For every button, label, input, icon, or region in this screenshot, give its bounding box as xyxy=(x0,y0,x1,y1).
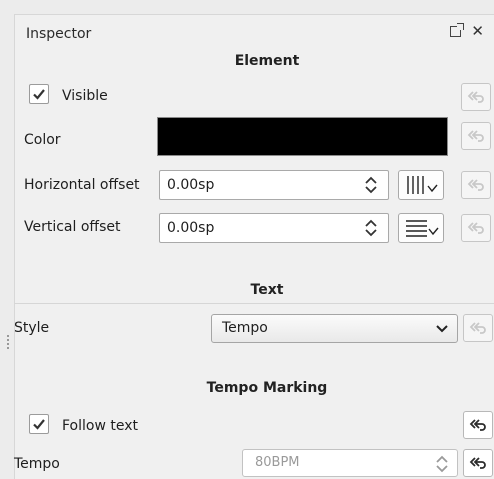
reset-icon xyxy=(467,179,484,191)
section-header-element: Element xyxy=(234,53,300,69)
spin-arrows-icon[interactable] xyxy=(435,454,449,474)
style-value: Tempo xyxy=(222,320,268,336)
spin-arrows-icon[interactable] xyxy=(364,175,378,195)
snap-to-grid-vertical-button[interactable] xyxy=(398,213,444,243)
color-picker[interactable] xyxy=(157,117,448,156)
section-header-tempo-marking: Tempo Marking xyxy=(206,380,328,396)
check-icon xyxy=(33,419,45,430)
check-icon xyxy=(33,89,45,100)
inspector-panel xyxy=(14,14,494,479)
style-combobox[interactable]: Tempo xyxy=(211,314,458,343)
reset-tempo-button[interactable] xyxy=(463,449,493,477)
reset-icon xyxy=(469,419,486,431)
tempo-spinbox[interactable]: 80BPM xyxy=(242,449,458,477)
vertical-offset-spinbox[interactable]: 0.00sp xyxy=(159,213,389,243)
follow-text-checkbox[interactable] xyxy=(29,414,49,434)
reset-icon xyxy=(467,222,484,234)
follow-text-label: Follow text xyxy=(62,418,138,434)
reset-icon xyxy=(469,457,486,469)
horizontal-offset-spinbox[interactable]: 0.00sp xyxy=(159,170,389,200)
vertical-offset-value: 0.00sp xyxy=(167,220,215,236)
snap-to-grid-horizontal-button[interactable] xyxy=(398,170,444,200)
reset-visible-button[interactable] xyxy=(461,83,491,111)
reset-horizontal-offset-button[interactable] xyxy=(461,171,491,199)
reset-icon xyxy=(467,130,484,142)
reset-color-button[interactable] xyxy=(461,122,491,150)
spin-arrows-icon[interactable] xyxy=(364,218,378,238)
float-icon[interactable] xyxy=(450,23,465,37)
reset-style-button[interactable] xyxy=(463,314,493,342)
vertical-offset-label: Vertical offset xyxy=(24,219,121,235)
horizontal-offset-label: Horizontal offset xyxy=(24,177,140,193)
horizontal-offset-value: 0.00sp xyxy=(167,177,215,193)
resize-grip[interactable] xyxy=(7,335,9,349)
tempo-value: 80BPM xyxy=(255,455,300,470)
chevron-down-icon xyxy=(436,325,448,333)
close-icon[interactable]: ✕ xyxy=(471,24,484,39)
visible-checkbox[interactable] xyxy=(29,84,49,104)
section-header-text: Text xyxy=(250,282,284,298)
reset-follow-text-button[interactable] xyxy=(463,411,493,439)
reset-icon xyxy=(469,322,486,334)
color-label: Color xyxy=(24,132,61,148)
section-divider xyxy=(14,303,494,304)
title-bar-controls: ✕ xyxy=(450,23,484,39)
snap-to-grid-icon xyxy=(407,176,438,194)
style-label: Style xyxy=(14,320,50,336)
tempo-label: Tempo xyxy=(14,456,60,472)
reset-vertical-offset-button[interactable] xyxy=(461,214,491,242)
reset-icon xyxy=(467,91,484,103)
snap-to-grid-icon xyxy=(406,220,439,237)
visible-label: Visible xyxy=(62,88,108,104)
panel-title: Inspector xyxy=(26,26,92,42)
